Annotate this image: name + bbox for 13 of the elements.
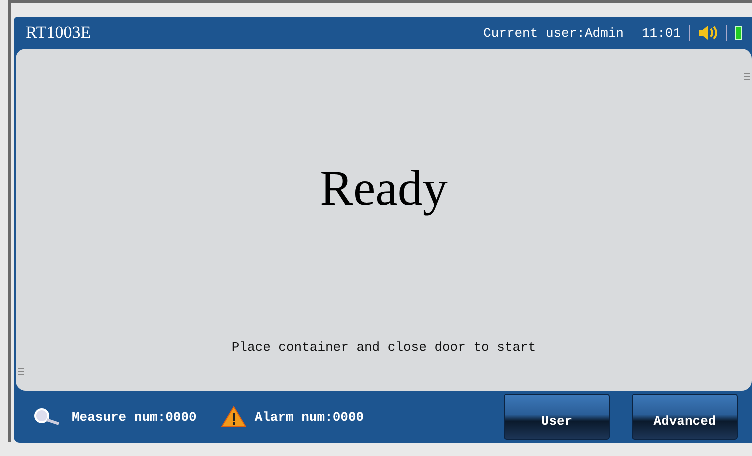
advanced-button[interactable]: Advanced [632, 394, 738, 440]
measure-count: Measure num:0000 [72, 410, 197, 424]
app-title: RT1003E [26, 23, 92, 43]
grip-icon[interactable] [18, 368, 24, 377]
battery-icon [735, 26, 742, 40]
instruction-text: Place container and close door to start [232, 340, 536, 355]
clock-time: 11:01 [642, 26, 681, 40]
user-button[interactable]: User [504, 394, 610, 440]
status-text: Ready [320, 159, 448, 217]
warning-icon [220, 406, 247, 428]
alarm-count: Alarm num:0000 [254, 410, 364, 424]
speaker-icon[interactable] [698, 25, 718, 41]
current-user: Current user:Admin [484, 26, 624, 40]
